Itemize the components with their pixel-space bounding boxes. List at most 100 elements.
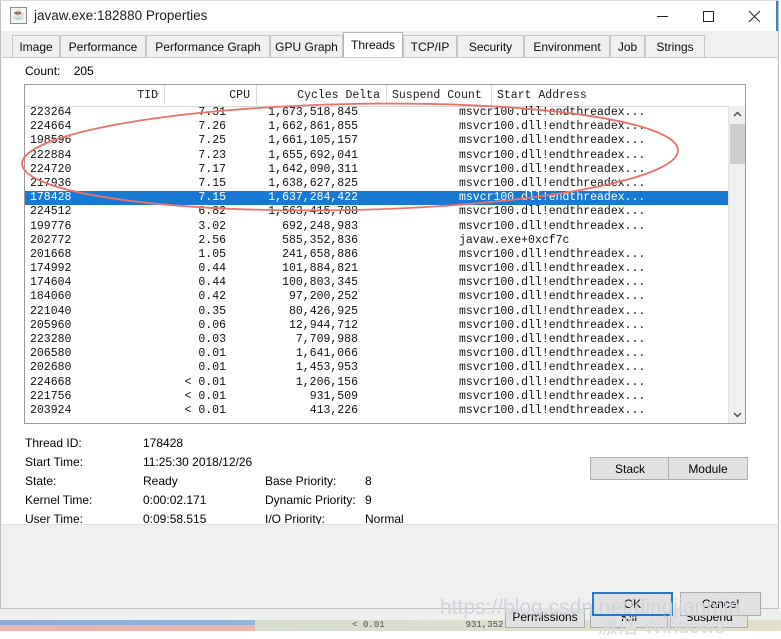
table-row[interactable]: 223280 0.03 7,709,988 msvcr100.dll!endthrea… — [25, 333, 728, 347]
stack-button[interactable]: Stack — [590, 457, 670, 480]
cell-cpu: 0.35 — [198, 304, 226, 318]
cell-cycles-delta: 97,200,252 — [288, 290, 358, 304]
tab-strings[interactable]: Strings — [645, 35, 705, 58]
minimize-button[interactable] — [639, 1, 685, 31]
thread-id-label: Thread ID: — [25, 436, 82, 450]
column-header-suspend-count[interactable]: Suspend Count — [387, 85, 492, 105]
table-row[interactable]: 221756 < 0.01 931,509 msvcr100.dll!endthrea… — [25, 390, 728, 404]
cell-start-address: msvcr100.dll!endthreadex... — [459, 361, 646, 375]
cell-cpu: 7.26 — [198, 120, 226, 134]
table-row[interactable]: 222884 7.23 1,655,692,041 msvcr100.dll!endt… — [25, 149, 728, 163]
cell-tid: 205960 — [30, 318, 72, 332]
tab-performance-graph[interactable]: Performance Graph — [146, 35, 270, 58]
watermark-activate-windows: 激活 Windows — [598, 616, 725, 638]
threads-scrollbar[interactable] — [728, 106, 745, 423]
cell-cycles-delta: 80,426,925 — [288, 304, 358, 318]
table-row[interactable]: 205960 0.06 12,944,712 msvcr100.dll!endthre… — [25, 319, 728, 333]
cell-start-address: msvcr100.dll!endthreadex... — [459, 262, 646, 276]
table-row[interactable]: 184060 0.42 97,200,252 msvcr100.dll!endthre… — [25, 290, 728, 304]
dynamic-priority-label: Dynamic Priority: — [265, 493, 356, 507]
table-row[interactable]: 198596 7.25 1,661,105,157 msvcr100.dll!endt… — [25, 134, 728, 148]
cell-cycles-delta: 1,563,415,788 — [268, 205, 358, 219]
cell-tid: 206580 — [30, 347, 72, 361]
cell-tid: 217936 — [30, 176, 72, 190]
tab-performance[interactable]: Performance — [60, 35, 146, 58]
table-row[interactable]: 221040 0.35 80,426,925 msvcr100.dll!endthre… — [25, 305, 728, 319]
threads-table-header: TID CPU Cycles Delta Suspend Count Start… — [25, 85, 745, 107]
threads-listview[interactable]: TID CPU Cycles Delta Suspend Count Start… — [24, 84, 746, 424]
table-row[interactable]: 202680 0.01 1,453,953 msvcr100.dll!endthrea… — [25, 361, 728, 375]
cell-start-address: msvcr100.dll!endthreadex... — [459, 191, 646, 205]
cell-start-address: msvcr100.dll!endthreadex... — [459, 219, 646, 233]
cell-tid: 221756 — [30, 389, 72, 403]
column-header-tid[interactable]: TID — [25, 85, 165, 105]
cell-cpu: 0.44 — [198, 276, 226, 290]
base-priority-value: 8 — [365, 474, 372, 488]
tab-environment[interactable]: Environment — [524, 35, 610, 58]
cell-cpu: 7.23 — [198, 148, 226, 162]
table-row[interactable]: 202772 2.56 585,352,836 javaw.exe+0xcf7c — [25, 234, 728, 248]
tab-strip: Image Performance Performance Graph GPU Gra… — [2, 31, 777, 58]
column-header-cpu[interactable]: CPU — [165, 85, 257, 105]
table-row[interactable]: 224720 7.17 1,642,090,311 msvcr100.dll!endt… — [25, 163, 728, 177]
cell-start-address: msvcr100.dll!endthreadex... — [459, 333, 646, 346]
table-row[interactable]: 224668 < 0.01 1,206,156 msvcr100.dll!endthr… — [25, 376, 728, 390]
table-row[interactable]: 206580 0.01 1,641,066 msvcr100.dll!endthrea… — [25, 347, 728, 361]
cell-cpu: 7.15 — [198, 176, 226, 190]
cell-cpu: < 0.01 — [184, 375, 226, 389]
tab-job[interactable]: Job — [610, 35, 645, 58]
cell-tid: 202772 — [30, 233, 72, 247]
table-row[interactable]: 201668 1.05 241,658,886 msvcr100.dll!endthr… — [25, 248, 728, 262]
module-button[interactable]: Module — [668, 457, 748, 480]
cell-tid: 201668 — [30, 247, 72, 261]
kernel-time-value: 0:00:02.171 — [143, 493, 207, 507]
table-row[interactable]: 217936 7.15 1,638,627,825 msvcr100.dll!endt… — [25, 177, 728, 191]
cell-tid: 223264 — [30, 106, 72, 119]
scroll-up-icon[interactable] — [729, 106, 745, 123]
cell-cpu: 0.01 — [198, 347, 226, 361]
column-header-start-address[interactable]: Start Address — [492, 85, 730, 105]
tab-image[interactable]: Image — [12, 35, 60, 58]
thread-count-label: Count: — [25, 64, 61, 78]
tab-threads[interactable]: Threads — [343, 32, 403, 58]
table-row[interactable]: 223264 7.31 1,673,518,845 msvcr100.dll!endt… — [25, 106, 728, 120]
cell-cpu: 0.01 — [198, 361, 226, 375]
window-title: javaw.exe:182880 Properties — [34, 8, 208, 23]
cell-start-address: msvcr100.dll!endthreadex... — [459, 176, 646, 190]
cell-cycles-delta: 1,642,090,311 — [268, 162, 358, 176]
cell-cycles-delta: 7,709,988 — [295, 333, 358, 346]
cell-start-address: msvcr100.dll!endthreadex... — [459, 120, 646, 134]
close-button[interactable] — [731, 1, 777, 31]
cell-cpu: < 0.01 — [184, 389, 226, 403]
java-icon: ☕ — [10, 7, 27, 24]
thread-id-value: 178428 — [143, 436, 184, 450]
table-row[interactable]: 174604 0.44 100,803,345 msvcr100.dll!endthr… — [25, 276, 728, 290]
cell-cpu: 0.06 — [198, 318, 226, 332]
table-row[interactable]: 224512 6.82 1,563,415,788 msvcr100.dll!endt… — [25, 205, 728, 219]
cell-start-address: msvcr100.dll!endthreadex... — [459, 247, 646, 261]
cell-cpu: 2.56 — [198, 233, 226, 247]
table-row[interactable]: 174992 0.44 101,884,821 msvcr100.dll!endthr… — [25, 262, 728, 276]
cell-cycles-delta: 1,673,518,845 — [268, 106, 358, 119]
tab-tcp-ip[interactable]: TCP/IP — [403, 35, 457, 58]
table-row[interactable]: 178428 7.15 1,637,284,422 msvcr100.dll!endt… — [25, 191, 728, 206]
cell-start-address: msvcr100.dll!endthreadex... — [459, 148, 646, 162]
kernel-time-label: Kernel Time: — [25, 493, 93, 507]
start-time-value: 11:25:30 2018/12/26 — [143, 455, 253, 469]
cell-cpu: 0.44 — [198, 262, 226, 276]
cell-tid: 221040 — [30, 304, 72, 318]
cell-cycles-delta: 100,803,345 — [282, 276, 358, 290]
table-row[interactable]: 203924 < 0.01 413,226 msvcr100.dll!endthrea… — [25, 404, 728, 418]
table-row[interactable]: 224664 7.26 1,662,861,855 msvcr100.dll!endt… — [25, 120, 728, 134]
maximize-button[interactable] — [685, 1, 731, 31]
cell-cycles-delta: 692,248,983 — [282, 219, 358, 233]
scrollbar-thumb[interactable] — [730, 124, 745, 164]
cell-cycles-delta: 101,884,821 — [282, 262, 358, 276]
column-header-cycles-delta[interactable]: Cycles Delta — [257, 85, 387, 105]
cell-tid: 224664 — [30, 120, 72, 134]
tab-gpu-graph[interactable]: GPU Graph — [270, 35, 343, 58]
cell-cycles-delta: 931,509 — [309, 389, 358, 403]
tab-security[interactable]: Security — [457, 35, 524, 58]
scroll-down-icon[interactable] — [729, 406, 745, 423]
table-row[interactable]: 199776 3.02 692,248,983 msvcr100.dll!endthr… — [25, 220, 728, 234]
